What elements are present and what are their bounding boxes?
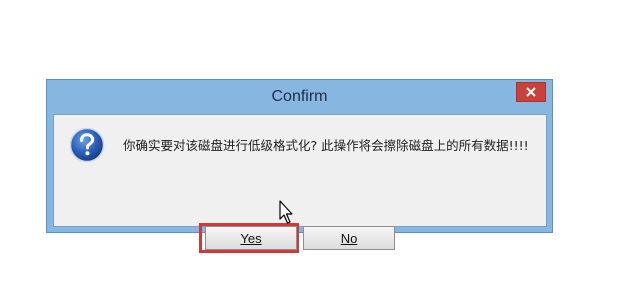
close-icon bbox=[526, 87, 536, 97]
no-button[interactable]: No bbox=[303, 226, 395, 250]
question-icon bbox=[69, 127, 105, 163]
yes-button[interactable]: Yes bbox=[205, 226, 297, 250]
dialog-body: 你确实要对该磁盘进行低级格式化? 此操作将会擦除磁盘上的所有数据!!!! bbox=[53, 114, 547, 227]
no-button-label: No bbox=[340, 230, 358, 246]
mouse-cursor-icon bbox=[279, 200, 293, 224]
dialog-titlebar[interactable]: Confirm bbox=[47, 80, 552, 114]
confirm-message: 你确实要对该磁盘进行低级格式化? 此操作将会擦除磁盘上的所有数据!!!! bbox=[123, 138, 529, 153]
dialog-title: Confirm bbox=[271, 88, 328, 105]
close-button[interactable] bbox=[516, 82, 546, 102]
yes-button-label: Yes bbox=[240, 230, 262, 246]
confirm-dialog: Confirm 你确实要对该磁盘进行低级格式化? 此操作将会擦除磁盘上的所有数据… bbox=[46, 79, 553, 253]
